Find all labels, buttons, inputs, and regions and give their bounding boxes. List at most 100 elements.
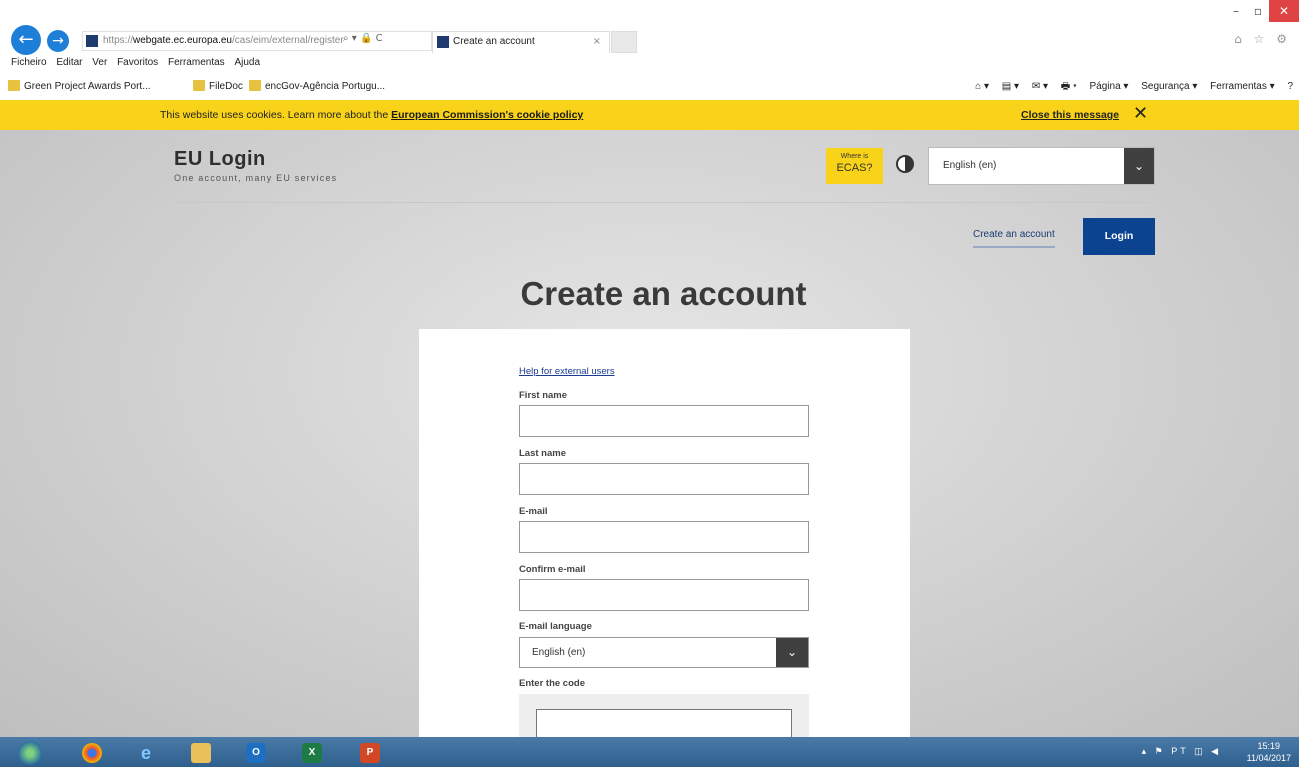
tab-title: Create an account <box>453 36 535 47</box>
window-controls: – ▫ ✕ <box>1225 0 1299 26</box>
maximize-button[interactable]: ▫ <box>1247 0 1269 22</box>
taskbar-excel[interactable]: X <box>292 739 332 765</box>
menu-edit[interactable]: Editar <box>56 55 82 71</box>
security-menu-button[interactable]: Segurança ▾ <box>1141 81 1197 92</box>
first-name-field[interactable] <box>519 405 809 437</box>
back-arrow-icon[interactable]: ← <box>11 25 41 55</box>
browser-chrome: ← → https://webgate.ec.europa.eu/cas/eim… <box>0 0 1299 104</box>
favorites-bar: Green Project Awards Port... FileDoc enc… <box>0 74 1299 98</box>
confirm-email-field[interactable] <box>519 579 809 611</box>
email-language-label: E-mail language <box>519 621 592 632</box>
favorite-folder-icon <box>193 80 205 91</box>
minimize-button[interactable]: – <box>1225 0 1247 22</box>
ecas-badge-text: ECAS? <box>836 162 873 174</box>
favorite-label: Green Project Awards Port... <box>24 81 151 92</box>
address-prefix: https:// <box>103 35 134 46</box>
excel-icon: X <box>302 742 322 763</box>
favorite-folder-icon <box>8 80 20 91</box>
command-bar: ⌂ ▾ ▤ ▾ ✉ ▾ 🖶 ▾ Página ▾ Segurança ▾ Fer… <box>965 79 1293 96</box>
create-account-link[interactable]: Create an account <box>973 229 1055 248</box>
close-icon[interactable]: ✕ <box>1133 103 1148 124</box>
chrome-icon <box>82 742 102 763</box>
chevron-down-icon[interactable]: ⌄ <box>1124 148 1154 184</box>
address-host: webgate.ec.europa.eu <box>133 35 232 46</box>
taskbar-internet-explorer[interactable]: e <box>126 739 166 765</box>
forward-arrow-icon[interactable]: → <box>47 30 69 52</box>
home-dropdown-button[interactable]: ⌂ ▾ <box>975 81 989 92</box>
clock[interactable]: 15:19 11/04/2017 <box>1247 740 1291 764</box>
windows-taskbar: e O X P ▴ ⚑ PT ◫ ◀ 15:19 11/04/2017 <box>0 737 1299 767</box>
internet-explorer-icon: e <box>140 742 151 763</box>
tray-icons[interactable]: ▴ ⚑ PT ◫ ◀ <box>1142 746 1221 757</box>
help-external-users-link[interactable]: Help for external users <box>519 366 615 377</box>
favorite-item[interactable]: encGov-Agência Portugu... <box>249 80 385 92</box>
tab-close-icon[interactable]: × <box>593 32 601 52</box>
favorite-item[interactable]: Green Project Awards Port... <box>8 80 151 92</box>
taskbar-outlook[interactable]: O <box>236 739 276 765</box>
language-select-value: English (en) <box>943 160 997 171</box>
tools-menu-button[interactable]: Ferramentas ▾ <box>1210 81 1274 92</box>
tab-favicon-icon <box>437 36 449 48</box>
windows-logo-icon <box>18 740 42 765</box>
clock-date: 11/04/2017 <box>1246 753 1291 763</box>
help-icon[interactable]: ? <box>1287 81 1293 92</box>
site-favicon-icon <box>86 35 98 47</box>
confirm-email-label: Confirm e-mail <box>519 564 586 575</box>
folder-icon <box>191 742 211 763</box>
ecas-badge-small-text: Where is <box>840 153 869 160</box>
enter-code-label: Enter the code <box>519 678 585 689</box>
email-label: E-mail <box>519 506 548 517</box>
menu-bar: Ficheiro Editar Ver Favoritos Ferramenta… <box>0 55 1299 71</box>
page-menu-button[interactable]: Página ▾ <box>1090 81 1129 92</box>
header-divider <box>174 202 1155 203</box>
first-name-label: First name <box>519 390 568 401</box>
page-title: Create an account <box>520 275 807 312</box>
cookie-message: This website uses cookies. Learn more ab… <box>160 109 583 121</box>
outlook-icon: O <box>246 742 266 763</box>
home-favorites-settings-icons[interactable]: ⌂ ☆ ⚙ <box>1234 32 1291 46</box>
cookie-policy-link[interactable]: European Commission's cookie policy <box>391 109 583 121</box>
taskbar-powerpoint[interactable]: P <box>350 739 390 765</box>
email-field[interactable] <box>519 521 809 553</box>
address-path: /cas/eim/external/register <box>231 35 344 46</box>
taskbar-chrome[interactable] <box>72 739 112 765</box>
favorite-item[interactable]: FileDoc <box>193 80 243 92</box>
menu-help[interactable]: Ajuda <box>234 55 260 71</box>
favorite-label: encGov-Agência Portugu... <box>265 81 386 92</box>
mail-dropdown-button[interactable]: ✉ ▾ <box>1032 81 1048 92</box>
close-window-button[interactable]: ✕ <box>1269 0 1299 22</box>
menu-file[interactable]: Ficheiro <box>11 55 47 71</box>
chevron-down-icon[interactable]: ⌄ <box>776 638 808 667</box>
tab-create-account[interactable]: Create an account × <box>432 31 610 53</box>
captcha-panel <box>519 694 809 737</box>
email-language-value: English (en) <box>532 647 586 658</box>
page-content: EU Login One account, many EU services W… <box>0 130 1299 737</box>
powerpoint-icon: P <box>360 742 380 763</box>
cookie-banner: This website uses cookies. Learn more ab… <box>0 100 1299 130</box>
last-name-label: Last name <box>519 448 566 459</box>
menu-tools[interactable]: Ferramentas <box>168 55 225 71</box>
brand-subtitle: One account, many EU services <box>174 173 338 183</box>
address-bar-icons[interactable]: ⌕ ▾ 🔒 C <box>343 33 383 44</box>
registration-form: Help for external users First name Last … <box>419 329 910 737</box>
last-name-field[interactable] <box>519 463 809 495</box>
language-select[interactable]: English (en) ⌄ <box>928 147 1155 185</box>
feeds-dropdown-button[interactable]: ▤ ▾ <box>1002 81 1019 92</box>
favorite-page-icon <box>249 80 261 91</box>
print-dropdown-button[interactable]: 🖶 ▾ <box>1061 81 1077 92</box>
captcha-input[interactable] <box>536 709 792 737</box>
email-language-select[interactable]: English (en) ⌄ <box>519 637 809 668</box>
close-message-link[interactable]: Close this message <box>1021 109 1119 121</box>
brand-title: EU Login <box>174 148 266 170</box>
menu-view[interactable]: Ver <box>92 55 107 71</box>
contrast-toggle-icon[interactable] <box>896 155 914 173</box>
clock-time: 15:19 <box>1257 741 1281 751</box>
menu-favorites[interactable]: Favoritos <box>117 55 158 71</box>
taskbar-file-explorer[interactable] <box>181 739 221 765</box>
login-button[interactable]: Login <box>1083 218 1155 255</box>
new-tab-button[interactable] <box>611 31 637 53</box>
cookie-message-text: This website uses cookies. Learn more ab… <box>160 109 392 121</box>
where-is-ecas-badge[interactable]: Where is ECAS? <box>826 148 883 184</box>
favorite-label: FileDoc <box>209 81 243 92</box>
start-button[interactable] <box>10 739 50 765</box>
